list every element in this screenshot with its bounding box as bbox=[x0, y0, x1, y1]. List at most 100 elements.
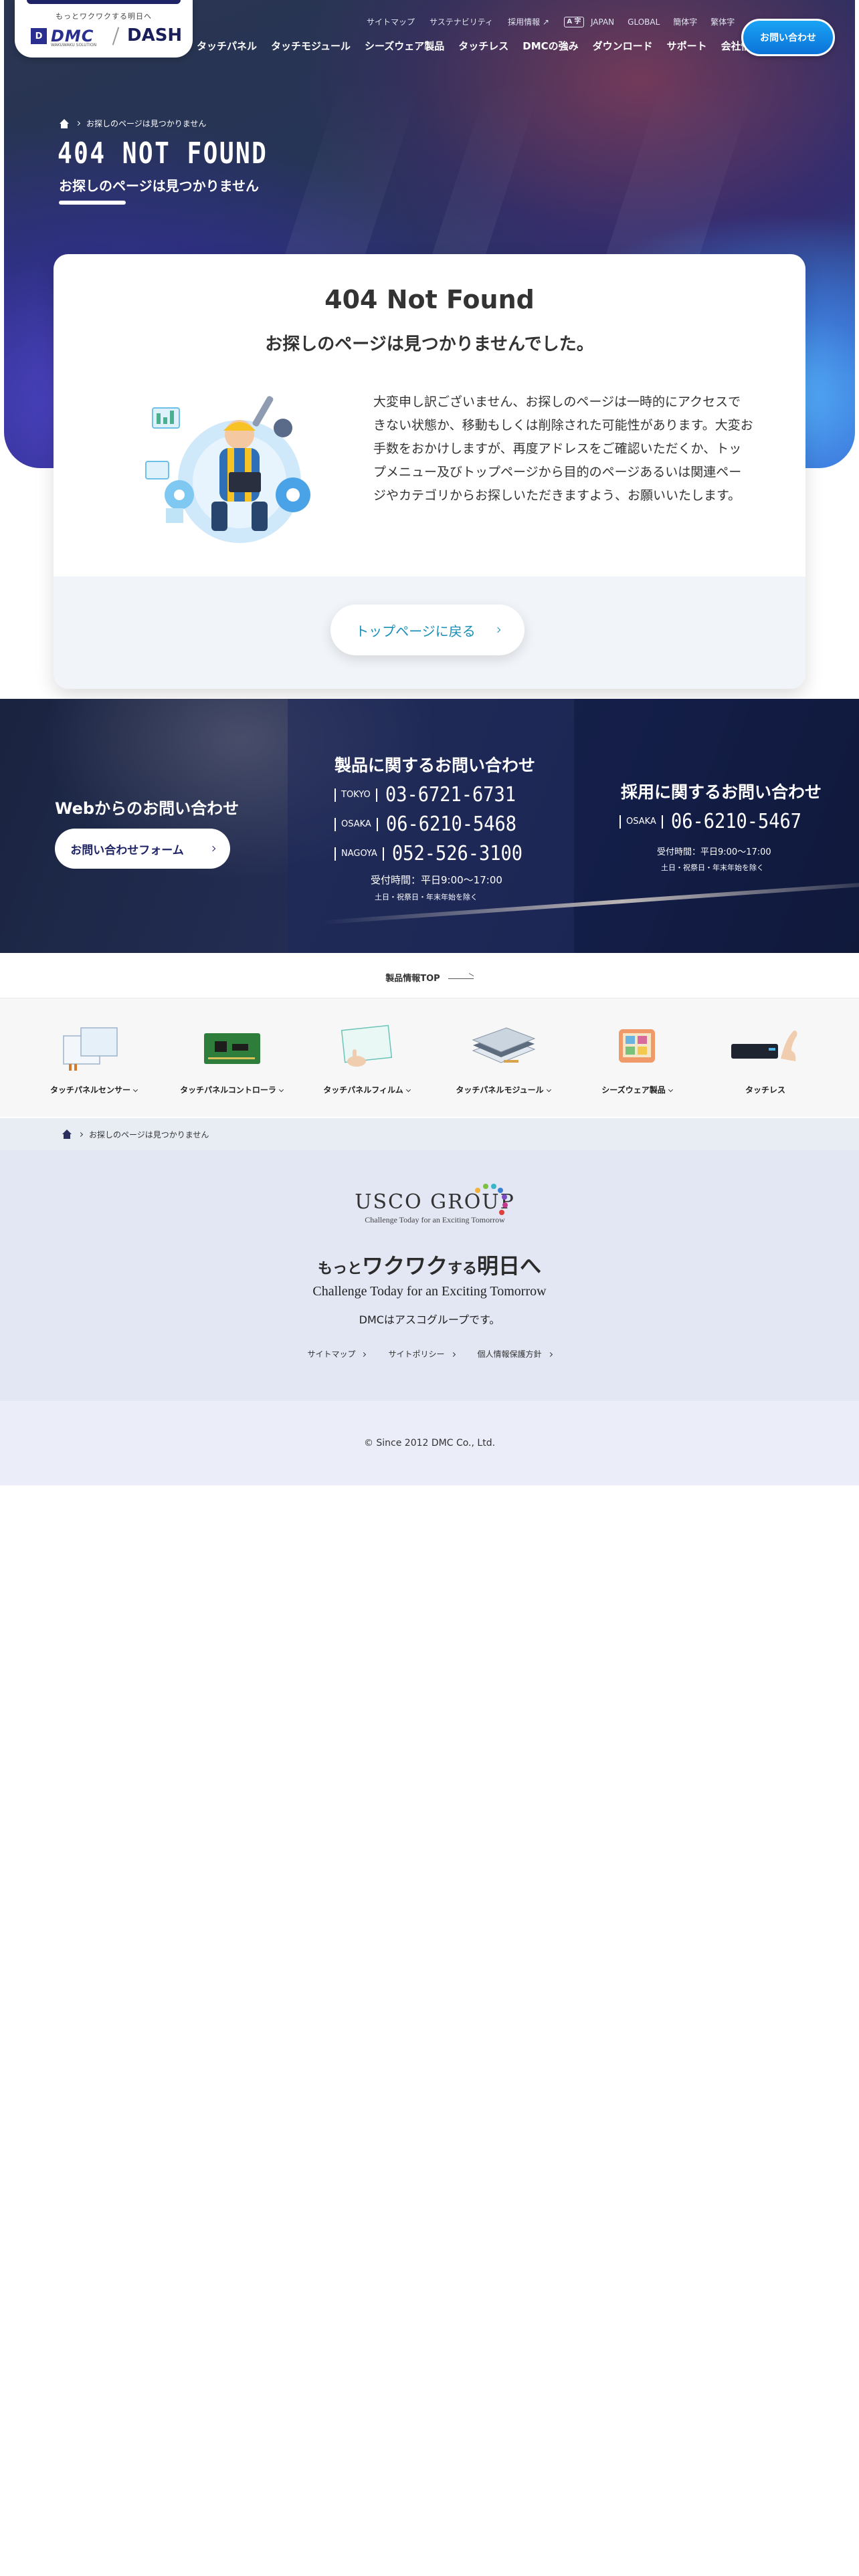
dash-logo: DASH bbox=[127, 25, 183, 45]
home-icon[interactable] bbox=[62, 1130, 72, 1139]
main-nav: タッチパネル タッチモジュール シーズウェア製品 タッチレス DMCの強み ダウ… bbox=[197, 39, 775, 53]
product-contact-title: 製品に関するお問い合わせ bbox=[335, 756, 536, 775]
nav-strengths[interactable]: DMCの強み bbox=[522, 39, 578, 53]
usco-dots-icon bbox=[475, 1184, 508, 1215]
phone-recruit-osaka[interactable]: OSAKA 06-6210-5467 bbox=[619, 810, 816, 833]
product-menu: タッチパネルセンサー タッチパネルコントローラ タッチパネルフィルム タッチパネ… bbox=[0, 998, 859, 1117]
products-top-label: 製品情報TOP bbox=[385, 974, 440, 984]
site-logo[interactable]: もっとワクワクする明日へ D DMC WAKUWAKU SOLUTION DAS… bbox=[15, 0, 193, 58]
site-footer: USCO GROUP Challenge Today for an Exciti… bbox=[0, 1150, 859, 1401]
back-to-top-button[interactable]: トップページに戻る bbox=[330, 605, 524, 655]
copyright-bar: © Since 2012 DMC Co., Ltd. bbox=[0, 1401, 859, 1485]
phone-city: TOKYO bbox=[335, 788, 377, 802]
chevron-right-icon bbox=[494, 627, 501, 633]
lang-japan[interactable]: JAPAN bbox=[591, 17, 614, 27]
footer-link-privacy[interactable]: 個人情報保護方針 bbox=[478, 1348, 553, 1360]
usco-group-logo[interactable]: USCO GROUP Challenge Today for an Exciti… bbox=[348, 1184, 522, 1225]
dmc-logo-subtext: WAKUWAKU SOLUTION bbox=[51, 43, 97, 47]
nav-touch-module[interactable]: タッチモジュール bbox=[271, 39, 351, 53]
product-note: 土日・祝祭日・年末年始を除く bbox=[375, 893, 478, 901]
product-touch-panel-module[interactable]: タッチパネルモジュール bbox=[436, 1024, 570, 1095]
chevron-right-icon bbox=[75, 120, 81, 126]
chevron-down-icon bbox=[546, 1087, 551, 1093]
lang-simplified-chinese[interactable]: 簡体字 bbox=[673, 16, 697, 27]
contact-form-button[interactable]: お問い合わせフォーム bbox=[55, 829, 230, 869]
product-hours: 受付時間：平日9:00〜17:00 bbox=[371, 874, 502, 886]
chevron-right-icon bbox=[361, 1352, 367, 1358]
dmc-logo: D DMC WAKUWAKU SOLUTION bbox=[31, 27, 97, 47]
utility-link-sitemap[interactable]: サイトマップ bbox=[367, 16, 415, 27]
copyright-text: © Since 2012 DMC Co., Ltd. bbox=[363, 1438, 496, 1448]
footer-link-label: サイトポリシー bbox=[388, 1350, 445, 1359]
contact-form-label: お問い合わせフォーム bbox=[70, 843, 184, 857]
products-top-link[interactable]: 製品情報TOP bbox=[0, 971, 859, 984]
phone-number: 06-6210-5467 bbox=[670, 810, 801, 833]
footer-link-site-policy[interactable]: サイトポリシー bbox=[388, 1348, 456, 1360]
recruit-hours: 受付時間：平日9:00〜17:00 bbox=[657, 847, 771, 857]
touch-panel-film-icon bbox=[341, 1025, 393, 1067]
footer-link-sitemap[interactable]: サイトマップ bbox=[307, 1348, 367, 1360]
phone-tokyo[interactable]: TOKYO 03-6721-6731 bbox=[335, 783, 530, 807]
utility-nav: サイトマップ サステナビリティ 採用情報 ↗ A 字 JAPAN GLOBAL … bbox=[367, 16, 749, 27]
lang-global[interactable]: GLOBAL bbox=[628, 17, 660, 27]
product-touch-panel-controller[interactable]: タッチパネルコントローラ bbox=[165, 1024, 298, 1095]
hero-underline bbox=[59, 201, 126, 205]
lang-traditional-chinese[interactable]: 繁体字 bbox=[710, 16, 735, 27]
back-to-top-label: トップページに戻る bbox=[355, 623, 476, 639]
logo-band bbox=[27, 0, 181, 4]
product-touch-panel-sensor[interactable]: タッチパネルセンサー bbox=[27, 1024, 161, 1095]
seedsware-icon bbox=[619, 1029, 655, 1063]
footer-group-member: DMCはアスコグループです。 bbox=[359, 1313, 500, 1326]
product-label: タッチパネルセンサー bbox=[50, 1085, 130, 1095]
footer-link-label: サイトマップ bbox=[307, 1350, 356, 1359]
slogan-part: する bbox=[448, 1261, 478, 1277]
phone-osaka[interactable]: OSAKA 06-6210-5468 bbox=[335, 813, 531, 836]
hero-breadcrumb: お探しのページは見つかりません bbox=[59, 118, 206, 129]
logo-divider bbox=[112, 27, 120, 45]
phone-number: 06-6210-5468 bbox=[385, 813, 516, 836]
chevron-down-icon bbox=[278, 1087, 284, 1093]
slogan-part: ワクワク bbox=[361, 1253, 448, 1279]
dmc-logo-mark: D bbox=[31, 28, 47, 44]
nav-support[interactable]: サポート bbox=[667, 39, 707, 53]
card-subtitle: お探しのページは見つかりませんでした。 bbox=[265, 334, 594, 354]
touch-panel-sensor-icon bbox=[63, 1027, 118, 1071]
product-seedsware[interactable]: シーズウェア製品 bbox=[570, 1024, 704, 1095]
phone-city: OSAKA bbox=[335, 817, 378, 831]
chevron-right-icon bbox=[450, 1352, 456, 1358]
language-icon: A 字 bbox=[563, 16, 584, 27]
chevron-right-icon bbox=[209, 845, 215, 852]
product-label: タッチパネルコントローラ bbox=[180, 1085, 276, 1095]
utility-link-sustainability[interactable]: サステナビリティ bbox=[430, 16, 493, 27]
slogan-part: 明日へ bbox=[477, 1253, 542, 1279]
chevron-down-icon bbox=[405, 1087, 411, 1093]
card-message: 大変申し訳ございません、お探しのページは一時的にアクセスできない状態か、移動もし… bbox=[373, 395, 753, 503]
nav-seedsware[interactable]: シーズウェア製品 bbox=[365, 39, 444, 53]
footer-breadcrumb: お探しのページは見つかりません bbox=[0, 1118, 859, 1150]
touchless-icon bbox=[731, 1031, 797, 1061]
slogan-part: もっと bbox=[317, 1261, 362, 1277]
page: お探しのページは見つかりません 404 NOT FOUND お探しのページは見つ… bbox=[0, 0, 859, 2576]
utility-link-recruit[interactable]: 採用情報 ↗ bbox=[508, 16, 549, 27]
touch-panel-controller-icon bbox=[204, 1033, 260, 1064]
nav-touchless[interactable]: タッチレス bbox=[458, 39, 508, 53]
footer-links: サイトマップ サイトポリシー 個人情報保護方針 bbox=[0, 1348, 859, 1360]
contact-section: Webからのお問い合わせ お問い合わせフォーム 製品に関するお問い合わせ TOK… bbox=[0, 699, 859, 953]
breadcrumb-current: お探しのページは見つかりません bbox=[89, 1130, 209, 1140]
card-title: 404 Not Found bbox=[324, 285, 535, 314]
breadcrumb-current: お探しのページは見つかりません bbox=[86, 119, 207, 128]
product-label: シーズウェア製品 bbox=[601, 1085, 666, 1095]
home-icon[interactable] bbox=[59, 118, 70, 128]
phone-number: 03-6721-6731 bbox=[385, 783, 516, 807]
nav-touch-panel[interactable]: タッチパネル bbox=[197, 39, 257, 53]
phone-nagoya[interactable]: NAGOYA 052-526-3100 bbox=[335, 842, 537, 865]
nav-download[interactable]: ダウンロード bbox=[593, 39, 653, 53]
engineer-illustration bbox=[145, 396, 310, 543]
recruit-contact-title: 採用に関するお問い合わせ bbox=[621, 782, 822, 802]
product-touch-panel-film[interactable]: タッチパネルフィルム bbox=[300, 1024, 434, 1095]
header-contact-button[interactable]: お問い合わせ bbox=[741, 19, 835, 56]
phone-city: OSAKA bbox=[619, 815, 663, 829]
logo-tagline: もっとワクワクする明日へ bbox=[56, 12, 152, 21]
chevron-right-icon bbox=[78, 1132, 84, 1137]
product-touchless[interactable]: タッチレス bbox=[698, 1024, 832, 1095]
